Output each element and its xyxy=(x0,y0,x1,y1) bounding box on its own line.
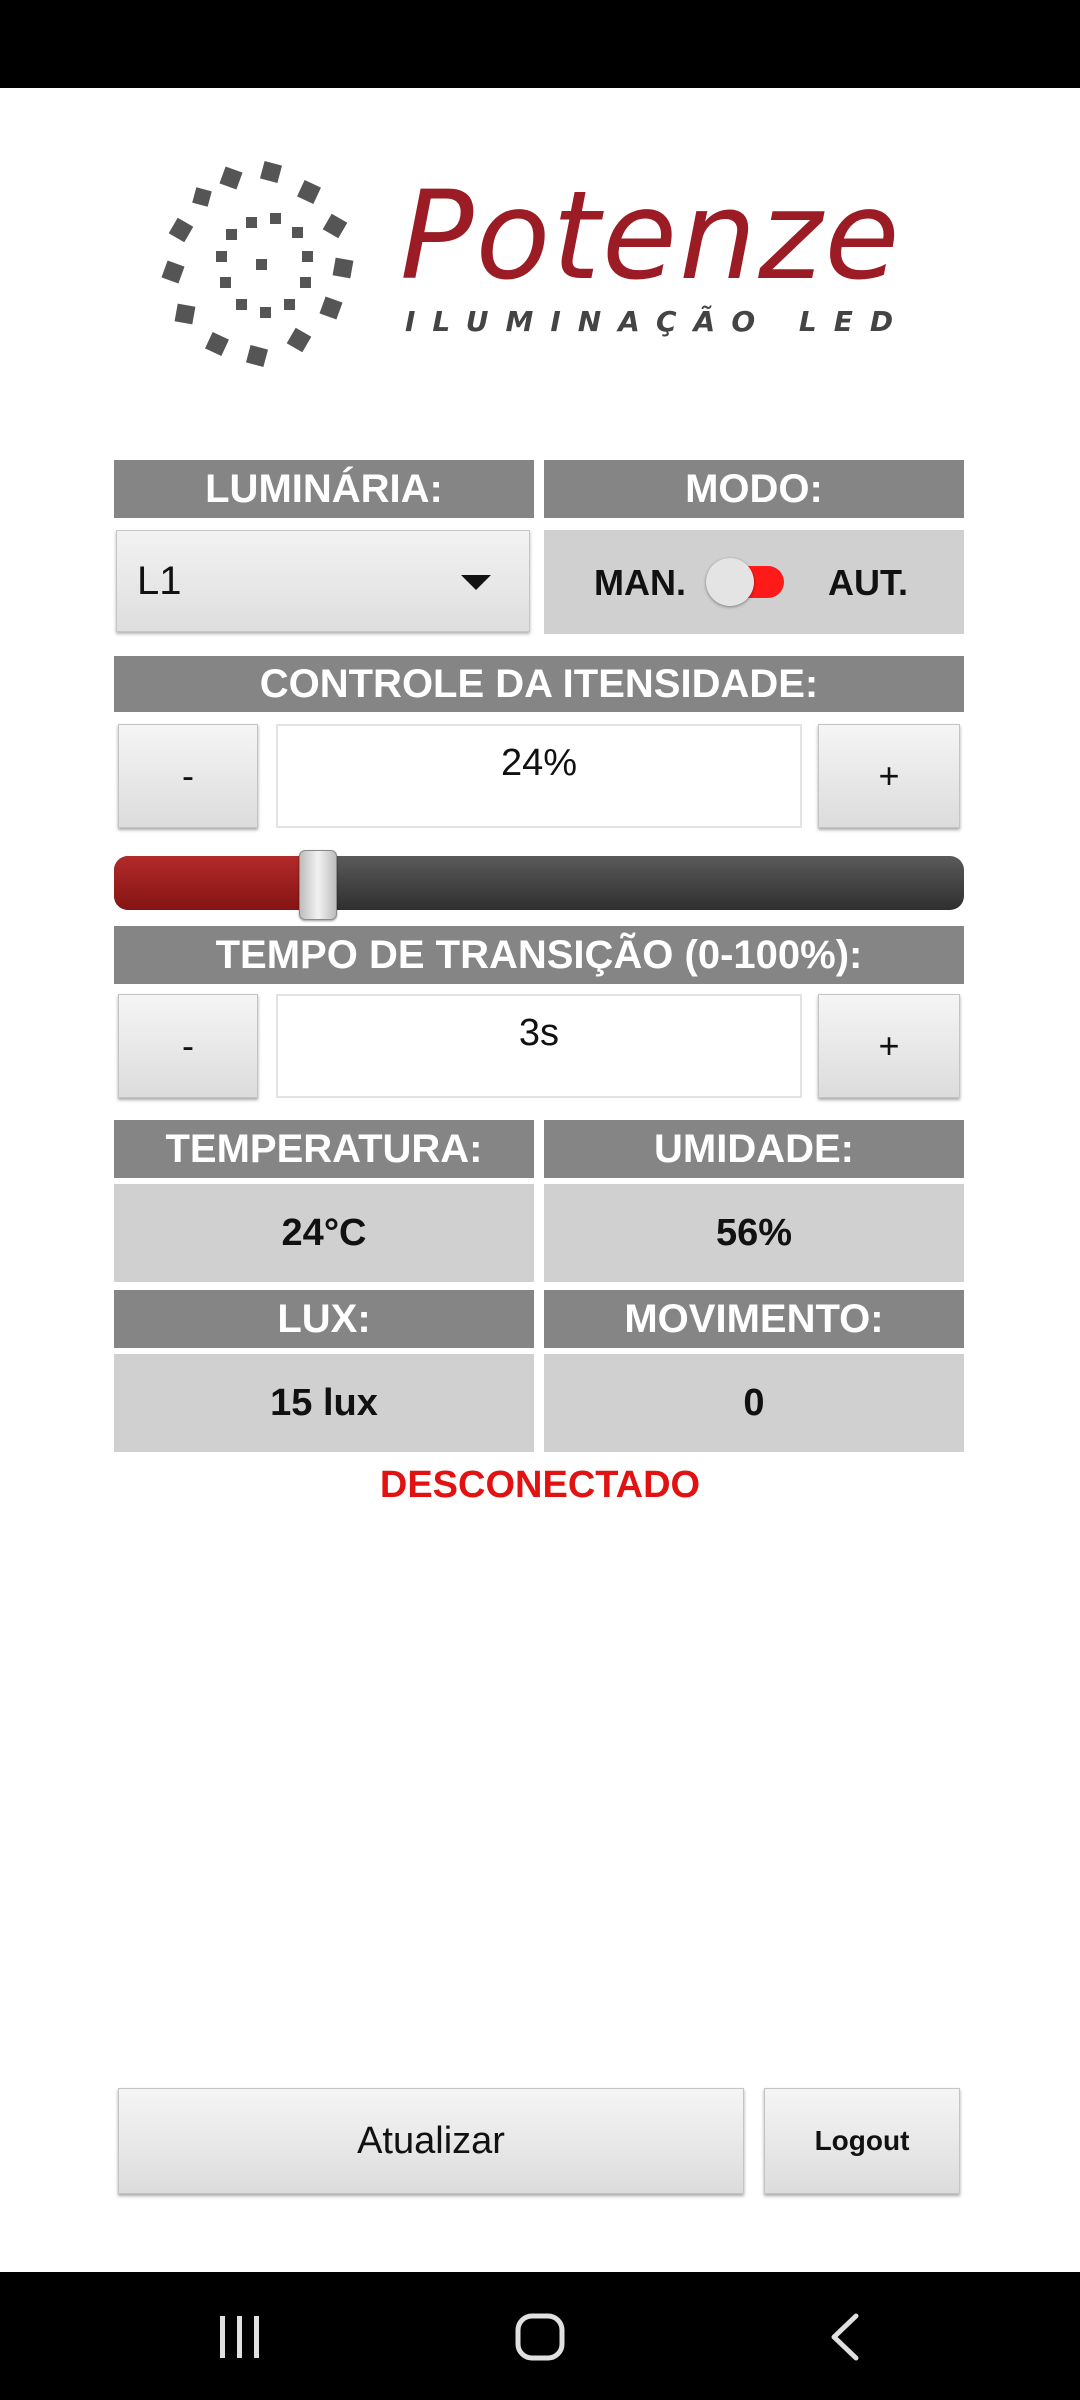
movimento-header: MOVIMENTO: xyxy=(544,1290,964,1348)
transition-increase-button[interactable]: + xyxy=(818,994,960,1098)
umidade-value: 56% xyxy=(544,1184,964,1282)
status-bar xyxy=(0,0,1080,88)
intensity-slider[interactable] xyxy=(114,856,964,910)
intensity-value-field[interactable]: 24% xyxy=(276,724,802,828)
luminaria-header: LUMINÁRIA: xyxy=(114,460,534,518)
dropdown-caret-icon xyxy=(461,575,491,590)
recent-apps-icon[interactable] xyxy=(210,2312,270,2362)
transicao-header: TEMPO DE TRANSIÇÃO (0-100%): xyxy=(114,926,964,984)
brand-tagline: ILUMINAÇÃO LED xyxy=(405,305,911,338)
intensidade-header: CONTROLE DA ITENSIDADE: xyxy=(114,656,964,712)
lux-header: LUX: xyxy=(114,1290,534,1348)
temperatura-value: 24°C xyxy=(114,1184,534,1282)
modo-header: MODO: xyxy=(544,460,964,518)
intensity-slider-thumb[interactable] xyxy=(299,850,337,920)
home-icon[interactable] xyxy=(510,2310,570,2364)
lux-value: 15 lux xyxy=(114,1354,534,1452)
refresh-button[interactable]: Atualizar xyxy=(118,2088,744,2194)
umidade-header: UMIDADE: xyxy=(544,1120,964,1178)
connection-status: DESCONECTADO xyxy=(379,1464,701,1506)
system-navigation-bar xyxy=(0,2272,1080,2400)
brand-logo: Potenze ILUMINAÇÃO LED xyxy=(150,155,930,385)
transition-decrease-button[interactable]: - xyxy=(118,994,258,1098)
luminaria-selected-value: L1 xyxy=(137,558,182,603)
led-dots-icon xyxy=(161,160,354,368)
intensity-decrease-button[interactable]: - xyxy=(118,724,258,828)
intensity-increase-button[interactable]: + xyxy=(818,724,960,828)
mode-toggle-thumb[interactable] xyxy=(706,558,754,606)
logout-button[interactable]: Logout xyxy=(764,2088,960,2194)
back-icon[interactable] xyxy=(820,2310,870,2364)
temperatura-header: TEMPERATURA: xyxy=(114,1120,534,1178)
transition-value-field[interactable]: 3s xyxy=(276,994,802,1098)
luminaria-select[interactable]: L1 xyxy=(116,530,530,632)
mode-auto-label: AUT. xyxy=(828,562,908,603)
mode-manual-label: MAN. xyxy=(594,562,686,603)
modo-panel: MAN. AUT. xyxy=(544,530,964,634)
intensity-slider-fill xyxy=(114,856,318,910)
brand-name: Potenze xyxy=(400,165,902,307)
movimento-value: 0 xyxy=(544,1354,964,1452)
